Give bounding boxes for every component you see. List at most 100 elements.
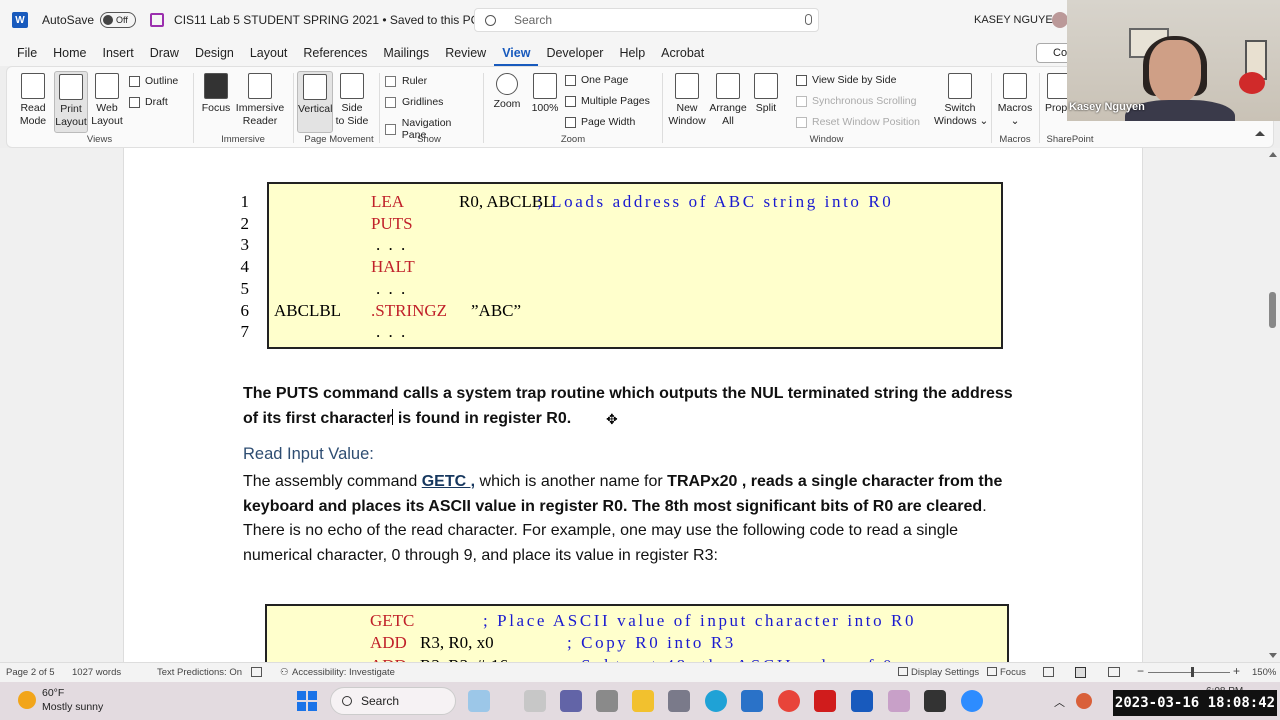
- zoom-100-button[interactable]: 100%: [529, 71, 561, 115]
- store-icon[interactable]: [596, 690, 618, 712]
- avatar[interactable]: [1052, 12, 1068, 28]
- zoom-slider[interactable]: [1148, 672, 1230, 673]
- collapse-ribbon-icon[interactable]: [1255, 131, 1265, 136]
- tray-overflow-icon[interactable]: ︿: [1054, 694, 1065, 710]
- view-side-by-side-button[interactable]: View Side by Side: [796, 74, 896, 86]
- weather-temperature[interactable]: 60°F: [42, 687, 64, 699]
- scroll-thumb[interactable]: [1269, 292, 1276, 328]
- tray-app-icon[interactable]: [1076, 693, 1092, 709]
- tab-view[interactable]: View: [494, 40, 539, 66]
- group-window: New Window Arrange All Split View Side b…: [664, 69, 989, 147]
- document-title[interactable]: CIS11 Lab 5 STUDENT SPRING 2021 • Saved …: [174, 13, 493, 27]
- tab-developer[interactable]: Developer: [538, 40, 611, 66]
- scroll-up-icon[interactable]: [1269, 152, 1277, 157]
- teams-icon[interactable]: [560, 690, 582, 712]
- code-comment: ; Place ASCII value of input character i…: [483, 611, 917, 630]
- read-mode-button[interactable]: Read Mode: [13, 71, 53, 128]
- weather-sun-icon[interactable]: [18, 691, 36, 709]
- switch-windows-label: Switch Windows ⌄: [934, 102, 989, 127]
- search-icon: [485, 14, 496, 26]
- one-page-button[interactable]: One Page: [565, 74, 628, 86]
- word-taskbar-icon[interactable]: [851, 690, 873, 712]
- zoom-percent[interactable]: 150%: [1252, 667, 1276, 678]
- gridlines-checkbox[interactable]: Gridlines: [385, 96, 443, 108]
- document-page[interactable]: 1 LEA R0, ABCLBL; Loads address of ABC str…: [123, 148, 1143, 662]
- tab-acrobat[interactable]: Acrobat: [653, 40, 712, 66]
- tab-layout[interactable]: Layout: [242, 40, 296, 66]
- zoom-slider-thumb[interactable]: [1191, 667, 1194, 677]
- display-settings[interactable]: Display Settings: [911, 667, 979, 678]
- split-button[interactable]: Split: [750, 71, 782, 115]
- weather-description[interactable]: Mostly sunny: [42, 701, 103, 713]
- save-icon[interactable]: [150, 13, 165, 27]
- tab-insert[interactable]: Insert: [95, 40, 142, 66]
- autosave-toggle[interactable]: Off: [100, 12, 137, 28]
- print-layout-view-icon[interactable]: [1075, 667, 1086, 678]
- line-number: 4: [240, 257, 250, 277]
- synchronous-scrolling-button: Synchronous Scrolling: [796, 95, 916, 107]
- file-explorer-icon[interactable]: [632, 690, 654, 712]
- read-mode-view-icon[interactable]: [1043, 667, 1054, 677]
- sharepoint-group-label: SharePoint: [1046, 134, 1094, 145]
- arrange-all-button[interactable]: Arrange All: [708, 71, 748, 128]
- focus-button[interactable]: Focus: [199, 71, 233, 115]
- vertical-icon: [303, 74, 327, 100]
- tab-file[interactable]: File: [0, 40, 45, 66]
- edge-browser-icon[interactable]: [705, 690, 727, 712]
- accessibility-status[interactable]: Accessibility: Investigate: [292, 667, 395, 678]
- zoom-out-icon[interactable]: −: [1137, 664, 1144, 678]
- page-width-button[interactable]: Page Width: [565, 116, 635, 128]
- tab-mailings[interactable]: Mailings: [375, 40, 437, 66]
- web-layout-view-icon[interactable]: [1108, 667, 1120, 677]
- app-icon[interactable]: [888, 690, 910, 712]
- immersive-group-label: Immersive: [221, 134, 265, 145]
- tab-references[interactable]: References: [295, 40, 375, 66]
- side-to-side-button[interactable]: Side to Side: [335, 71, 369, 128]
- windows-start-icon[interactable]: [297, 691, 317, 711]
- code-line: 5 . . .: [241, 279, 1001, 301]
- scroll-down-icon[interactable]: [1269, 653, 1277, 658]
- display-settings-icon: [898, 667, 908, 676]
- webcam-caption: Kasey Nguyen: [1069, 101, 1145, 113]
- web-layout-button[interactable]: Web Layout: [90, 71, 124, 128]
- immersive-reader-button[interactable]: Immersive Reader: [235, 71, 285, 128]
- microphone-icon[interactable]: [805, 14, 812, 25]
- search-input[interactable]: Search: [474, 8, 819, 32]
- chrome-browser-icon[interactable]: [778, 690, 800, 712]
- macros-button[interactable]: Macros ⌄: [995, 71, 1035, 128]
- app-icon[interactable]: [668, 690, 690, 712]
- tab-draw[interactable]: Draw: [142, 40, 187, 66]
- tab-help[interactable]: Help: [611, 40, 653, 66]
- text-predictions[interactable]: Text Predictions: On: [157, 667, 242, 678]
- tab-review[interactable]: Review: [437, 40, 494, 66]
- zoom-button[interactable]: Zoom: [489, 71, 525, 111]
- new-window-button[interactable]: New Window: [666, 71, 708, 128]
- word-count[interactable]: 1027 words: [72, 667, 121, 678]
- vertical-scrollbar[interactable]: [1266, 148, 1280, 662]
- zoom-app-icon[interactable]: [961, 690, 983, 712]
- widgets-icon[interactable]: [468, 690, 490, 712]
- line-number: 1: [240, 192, 250, 211]
- tab-design[interactable]: Design: [187, 40, 242, 66]
- zoom-in-icon[interactable]: +: [1233, 664, 1240, 678]
- vertical-button[interactable]: Vertical: [297, 71, 333, 133]
- taskbar-search[interactable]: Search: [330, 687, 456, 715]
- switch-windows-button[interactable]: Switch Windows ⌄: [934, 71, 989, 128]
- app-icon[interactable]: [924, 690, 946, 712]
- tab-home[interactable]: Home: [45, 40, 94, 66]
- page-count[interactable]: Page 2 of 5: [6, 667, 55, 678]
- acrobat-icon[interactable]: [814, 690, 836, 712]
- multiple-pages-button[interactable]: Multiple Pages: [565, 95, 650, 107]
- focus-mode[interactable]: Focus: [1000, 667, 1026, 678]
- mail-icon[interactable]: [741, 690, 763, 712]
- user-name[interactable]: KASEY NGUYEN: [974, 14, 1061, 26]
- immersive-reader-label: Immersive Reader: [235, 102, 285, 127]
- views-group-label: Views: [86, 134, 113, 145]
- macro-record-icon[interactable]: [251, 667, 262, 677]
- task-view-icon[interactable]: [524, 690, 546, 712]
- print-layout-button[interactable]: Print Layout: [54, 71, 88, 133]
- ruler-checkbox[interactable]: Ruler: [385, 75, 427, 87]
- draft-button[interactable]: Draft: [129, 96, 168, 108]
- code-listing-puts: 1 LEA R0, ABCLBL; Loads address of ABC str…: [241, 182, 1003, 349]
- outline-button[interactable]: Outline: [129, 75, 178, 87]
